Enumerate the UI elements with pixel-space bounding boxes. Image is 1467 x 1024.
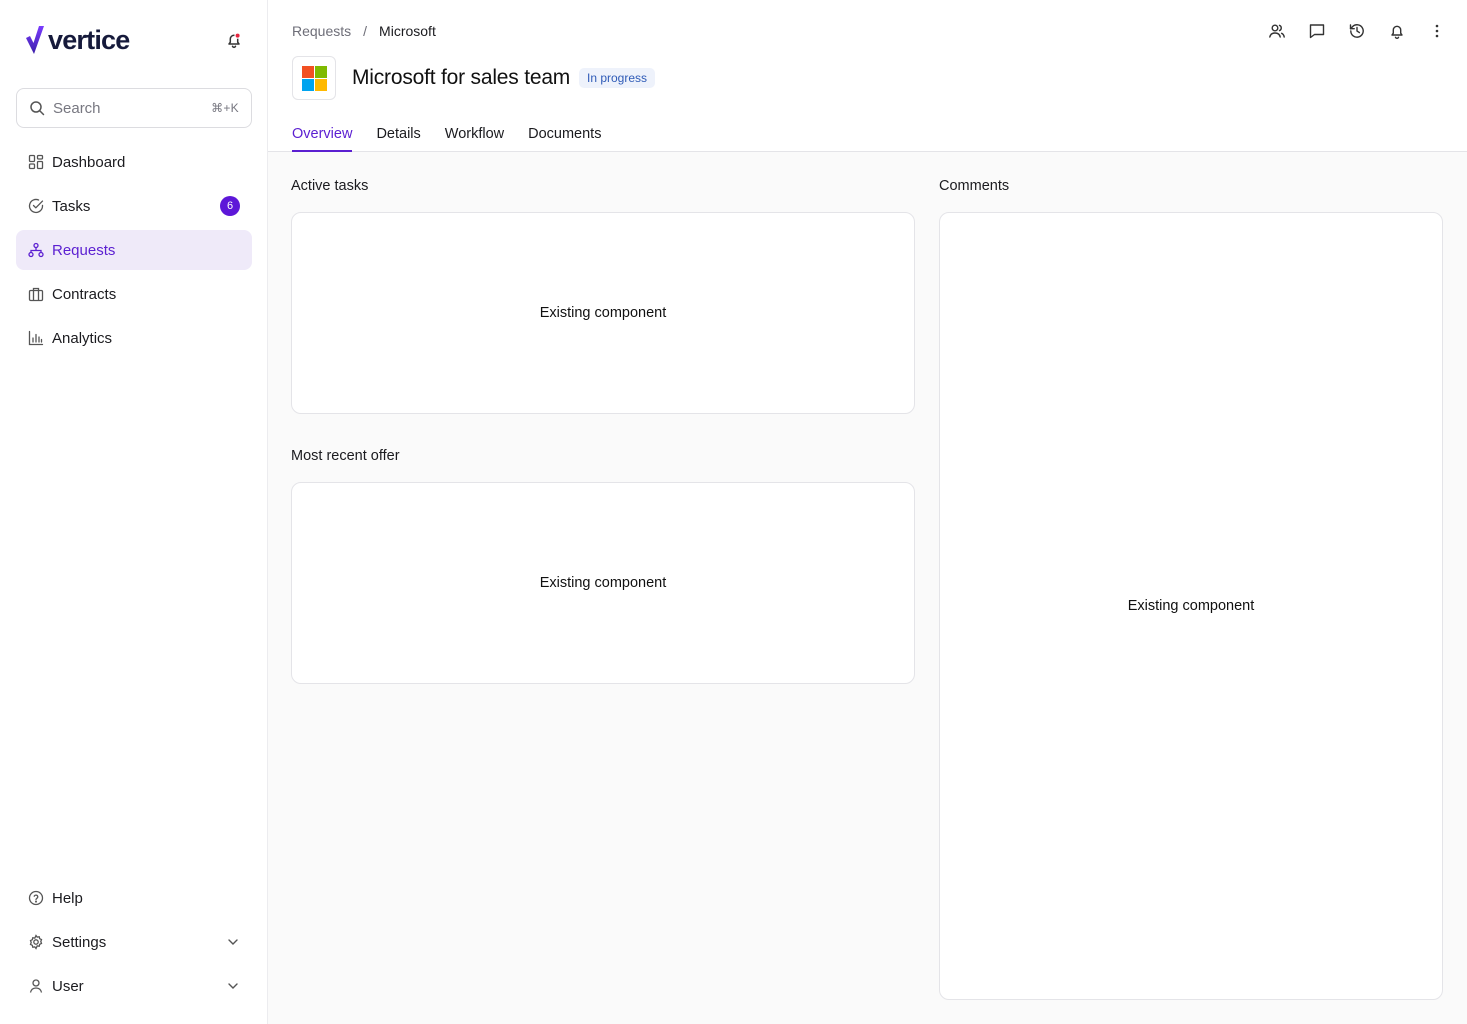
sidebar-item-label: Contracts xyxy=(52,285,117,303)
logo-text: vertice xyxy=(48,24,130,55)
contracts-icon xyxy=(28,287,44,302)
vertice-logo[interactable]: vertice xyxy=(24,24,130,56)
status-badge: In progress xyxy=(579,68,656,88)
page-title: Microsoft for sales team xyxy=(352,66,571,89)
notification-bell-icon[interactable] xyxy=(224,30,244,50)
comments-title: Comments xyxy=(939,178,1010,194)
active-tasks-placeholder: Existing component xyxy=(539,305,667,321)
dashboard-icon xyxy=(28,154,44,170)
breadcrumb-current: Microsoft xyxy=(379,23,436,39)
breadcrumb: Requests / Microsoft xyxy=(292,23,436,39)
sidebar-item-label: Settings xyxy=(52,933,107,951)
header-actions xyxy=(1267,21,1447,41)
tab-workflow[interactable]: Workflow xyxy=(445,116,504,152)
comments-card: Existing component xyxy=(939,212,1443,1000)
sidebar-item-contracts[interactable]: Contracts xyxy=(16,274,252,314)
sidebar-item-user[interactable]: User xyxy=(16,966,252,1006)
bell-icon[interactable] xyxy=(1387,21,1407,41)
search-box[interactable]: Search ⌘+K xyxy=(16,88,252,128)
tasks-count-badge: 6 xyxy=(220,196,240,216)
chevron-down-icon[interactable] xyxy=(226,979,240,993)
active-tasks-card: Existing component xyxy=(291,212,915,414)
vendor-logo xyxy=(292,56,336,100)
search-icon xyxy=(30,101,45,116)
sidebar-item-help[interactable]: Help xyxy=(16,878,252,918)
vertice-logo-mark xyxy=(26,26,44,54)
breadcrumb-parent-link[interactable]: Requests xyxy=(292,23,351,39)
comments-placeholder: Existing component xyxy=(1127,598,1255,614)
sidebar-nav: Dashboard Tasks 6 Requests Contracts Ana… xyxy=(16,142,252,362)
user-icon xyxy=(29,979,43,993)
requests-icon xyxy=(28,242,44,258)
more-vertical-icon[interactable] xyxy=(1427,21,1447,41)
sidebar-item-label: Help xyxy=(52,889,83,907)
tab-bar: Overview Details Workflow Documents xyxy=(292,116,601,152)
sidebar-item-tasks[interactable]: Tasks 6 xyxy=(16,186,252,226)
help-icon xyxy=(28,890,44,906)
tab-documents[interactable]: Documents xyxy=(528,116,601,152)
sidebar-item-label: Requests xyxy=(52,241,116,259)
breadcrumb-separator: / xyxy=(363,23,368,39)
recent-offer-placeholder: Existing component xyxy=(539,575,667,591)
sidebar-item-label: Analytics xyxy=(52,329,113,347)
sidebar-item-label: User xyxy=(52,977,84,995)
history-icon[interactable] xyxy=(1347,21,1367,41)
search-shortcut: ⌘+K xyxy=(211,101,239,115)
people-icon[interactable] xyxy=(1267,21,1287,41)
chevron-down-icon[interactable] xyxy=(226,935,240,949)
tab-overview[interactable]: Overview xyxy=(292,116,353,152)
active-tasks-title: Active tasks xyxy=(291,178,369,194)
gear-icon xyxy=(29,934,43,950)
sidebar: vertice Search ⌘+K Dashboard Tasks 6 Req… xyxy=(0,0,268,1024)
sidebar-item-requests[interactable]: Requests xyxy=(16,230,252,270)
tasks-icon xyxy=(28,198,44,214)
comment-icon[interactable] xyxy=(1307,21,1327,41)
page-header: Requests / Microsoft Microsoft for sales… xyxy=(268,0,1467,152)
analytics-icon xyxy=(28,330,44,346)
sidebar-item-settings[interactable]: Settings xyxy=(16,922,252,962)
sidebar-item-label: Dashboard xyxy=(52,153,126,171)
search-input[interactable]: Search xyxy=(53,100,211,117)
microsoft-logo-icon xyxy=(301,65,327,91)
sidebar-item-analytics[interactable]: Analytics xyxy=(16,318,252,358)
recent-offer-card: Existing component xyxy=(291,482,915,684)
recent-offer-title: Most recent offer xyxy=(291,448,400,464)
tab-details[interactable]: Details xyxy=(376,116,420,152)
sidebar-item-label: Tasks xyxy=(52,197,91,215)
sidebar-item-dashboard[interactable]: Dashboard xyxy=(16,142,252,182)
sidebar-bottom-nav: Help Settings User xyxy=(16,878,252,1010)
